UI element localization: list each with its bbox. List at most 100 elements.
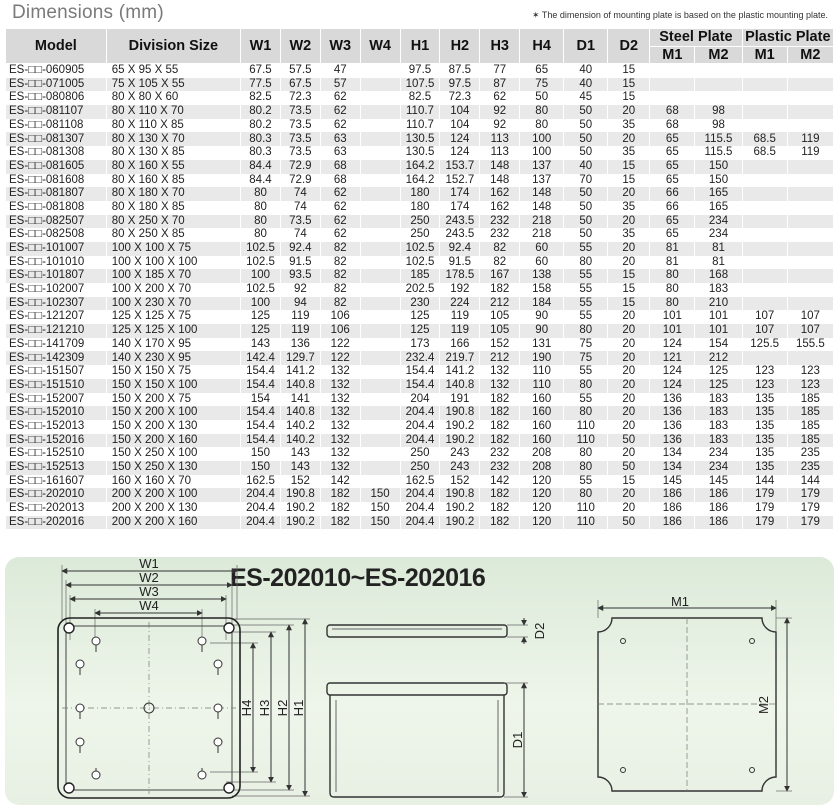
division-size-cell: 100 X 100 X 100 <box>105 255 242 270</box>
table-cell: 132 <box>319 460 361 475</box>
table-cell: 73.5 <box>279 105 321 119</box>
table-cell: 119 <box>279 324 321 338</box>
table-cell: 134 <box>649 447 696 461</box>
table-cell: 150 <box>359 515 401 530</box>
table-cell: 70 <box>563 173 609 188</box>
table-cell <box>359 214 401 229</box>
table-cell: 20 <box>607 447 651 461</box>
table-row: ES-□□-101007 100 X 100 X 75 102.5 92.4 82 102… <box>5 241 835 256</box>
col-header-h1: H1 <box>399 28 441 64</box>
table-cell: 120 <box>519 515 565 530</box>
table-cell: 63 <box>319 132 361 147</box>
table-cell: 182 <box>319 488 361 502</box>
table-cell: 80 <box>563 255 609 270</box>
table-cell: 50 <box>519 91 565 106</box>
table-cell: 148 <box>519 187 565 201</box>
table-cell: 101 <box>694 310 743 325</box>
table-row: ES-□□-121210 125 X 125 X 100 125 119 106 125 1… <box>5 324 835 338</box>
table-cell: 186 <box>694 502 743 516</box>
table-cell: 91.5 <box>439 255 481 270</box>
table-cell: 158 <box>519 283 565 297</box>
table-cell: 62 <box>319 105 361 119</box>
table-cell: 232 <box>479 228 521 242</box>
table-cell: 47 <box>319 63 361 78</box>
table-cell: 122 <box>319 351 361 366</box>
table-cell: 135 <box>741 447 788 461</box>
table-cell: 132 <box>479 365 521 379</box>
table-cell: 144 <box>741 474 788 489</box>
table-cell: 124 <box>649 378 696 393</box>
table-cell: 91.5 <box>279 255 321 270</box>
table-cell: 141.2 <box>439 365 481 379</box>
table-cell: 107.5 <box>399 77 441 92</box>
table-cell: 113 <box>479 146 521 160</box>
table-cell: 20 <box>607 132 651 147</box>
table-cell: 234 <box>694 460 743 475</box>
table-cell: 80 <box>563 447 609 461</box>
table-cell: 20 <box>607 241 651 256</box>
table-cell: 74 <box>279 228 321 242</box>
table-cell: 186 <box>649 502 696 516</box>
table-cell: 20 <box>607 419 651 434</box>
col-header-d1: D1 <box>563 28 609 64</box>
table-cell: 162 <box>479 200 521 215</box>
table-cell: 135 <box>741 433 788 448</box>
table-cell <box>786 283 835 297</box>
table-cell: 232.4 <box>399 351 441 366</box>
table-cell: 82 <box>319 283 361 297</box>
table-row: ES-□□-080806 80 X 80 X 60 82.5 72.3 62 82.5 72… <box>5 91 835 106</box>
table-cell <box>359 460 401 475</box>
table-cell: 230 <box>399 296 441 311</box>
table-cell: 98 <box>694 118 743 133</box>
table-cell: 136 <box>649 433 696 448</box>
table-cell: 250 <box>399 228 441 242</box>
table-cell: 82 <box>319 255 361 270</box>
table-cell: 82 <box>319 296 361 311</box>
table-row: ES-□□-071005 75 X 105 X 55 77.5 67.5 57 107.5… <box>5 77 835 92</box>
table-cell: 105 <box>479 324 521 338</box>
table-cell: 204.4 <box>240 502 281 516</box>
table-cell: 168 <box>694 269 743 283</box>
table-cell <box>359 433 401 448</box>
model-cell: ES-□□-101010 <box>5 255 107 270</box>
model-cell: ES-□□-202010 <box>5 488 107 502</box>
table-row: ES-□□-152513 150 X 250 X 130 150 143 132 250 2… <box>5 460 835 475</box>
table-cell <box>359 283 401 297</box>
table-cell <box>786 228 835 242</box>
table-cell: 182 <box>319 502 361 516</box>
table-cell: 50 <box>607 433 651 448</box>
table-cell: 183 <box>694 406 743 420</box>
table-cell: 140.8 <box>279 406 321 420</box>
table-cell: 81 <box>694 255 743 270</box>
table-cell <box>741 77 788 92</box>
table-cell: 190 <box>519 351 565 366</box>
table-cell: 80 <box>519 118 565 133</box>
table-cell: 183 <box>694 419 743 434</box>
table-cell <box>359 310 401 325</box>
table-cell: 60 <box>519 241 565 256</box>
model-cell: ES-□□-151507 <box>5 365 107 379</box>
table-cell <box>786 255 835 270</box>
table-cell: 136 <box>279 337 321 352</box>
dimensions-table-body: ES-□□-060905 65 X 95 X 55 67.5 57.5 47 97.5 87… <box>5 63 835 530</box>
table-cell <box>359 378 401 393</box>
table-cell <box>741 63 788 78</box>
table-cell: 62 <box>319 200 361 215</box>
table-cell: 110 <box>519 365 565 379</box>
table-cell <box>741 241 788 256</box>
dimensions-table: Model Division Size W1 W2 W3 W4 H1 H2 H3… <box>5 28 835 530</box>
table-cell <box>359 392 401 407</box>
table-cell: 243.5 <box>439 228 481 242</box>
col-header-model: Model <box>5 28 107 64</box>
table-cell: 74 <box>279 187 321 201</box>
table-cell <box>741 351 788 366</box>
table-cell: 55 <box>563 283 609 297</box>
table-cell: 129.7 <box>279 351 321 366</box>
table-cell: 138 <box>519 269 565 283</box>
table-cell: 190.2 <box>439 419 481 434</box>
table-cell: 15 <box>607 296 651 311</box>
table-cell <box>786 173 835 188</box>
col-header-plastic-m1: M1 <box>741 46 788 64</box>
table-cell: 97.5 <box>439 77 481 92</box>
col-header-steel-plate: Steel Plate <box>649 28 743 47</box>
